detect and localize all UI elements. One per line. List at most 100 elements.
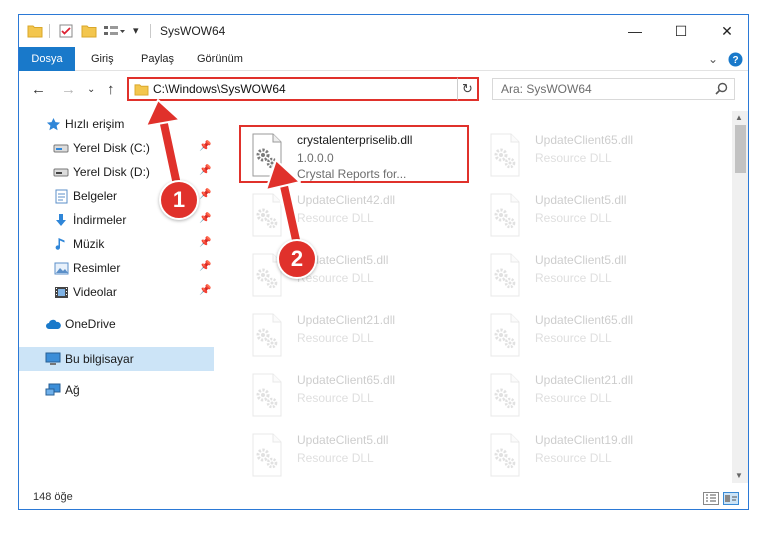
help-button[interactable]: ?	[727, 51, 743, 67]
file-item[interactable]: UpdateClient5.dll Resource DLL	[241, 427, 471, 481]
file-name: UpdateClient65.dll	[535, 313, 634, 327]
file-item[interactable]: UpdateClient65.dll Resource DLL	[241, 367, 471, 425]
sidebar-item-network[interactable]: Ağ	[19, 379, 214, 401]
file-item[interactable]: crystalenterpriselib.dll 1.0.0.0 Crystal R…	[239, 125, 469, 183]
search-icon[interactable]	[715, 82, 728, 98]
file-name: UpdateClient42.dll	[297, 193, 396, 207]
properties-icon[interactable]	[59, 24, 73, 41]
pin-icon[interactable]: 📌	[199, 237, 211, 248]
download-icon	[53, 212, 69, 228]
dll-file-icon	[249, 133, 285, 177]
file-description: Resource DLL	[535, 391, 612, 405]
scroll-down-icon[interactable]: ▼	[735, 471, 743, 480]
dll-file-icon	[487, 193, 523, 237]
up-button[interactable]: ↑	[107, 81, 115, 98]
scroll-thumb[interactable]	[735, 125, 746, 173]
sidebar-item-onedrive[interactable]: OneDrive	[19, 313, 214, 335]
file-description: Resource DLL	[535, 451, 612, 465]
computer-icon	[45, 351, 61, 367]
file-name: UpdateClient19.dll	[535, 433, 634, 447]
tab-view[interactable]: Görünüm	[187, 47, 253, 71]
step-badge-2: 2	[277, 239, 317, 279]
toolbar-separator	[49, 24, 50, 38]
sidebar-item-music[interactable]: Müzik 📌	[19, 233, 214, 255]
sidebar-item-label: Videolar	[73, 285, 117, 299]
sidebar-item-local-disk-d[interactable]: Yerel Disk (D:) 📌	[19, 161, 214, 183]
explorer-window: ▾ SysWOW64 — ☐ ✕ Dosya Giriş Paylaş Görü…	[18, 14, 749, 510]
details-view-icon[interactable]	[703, 492, 719, 505]
help-icon: ?	[732, 55, 738, 66]
file-name: UpdateClient65.dll	[297, 373, 396, 387]
tab-home[interactable]: Giriş	[81, 47, 124, 71]
file-item[interactable]: UpdateClient65.dll Resource DLL	[479, 307, 709, 365]
network-icon	[45, 382, 61, 398]
sidebar-item-quick-access[interactable]: Hızlı erişim	[19, 113, 214, 135]
file-name: UpdateClient21.dll	[297, 313, 396, 327]
scroll-up-icon[interactable]: ▲	[735, 113, 743, 122]
item-count: 148 öğe	[33, 491, 73, 503]
drive-icon	[53, 140, 69, 156]
file-description: Resource DLL	[535, 211, 612, 225]
sidebar-item-this-pc[interactable]: Bu bilgisayar	[19, 347, 214, 371]
dll-file-icon	[487, 373, 523, 417]
pin-icon[interactable]: 📌	[199, 165, 211, 176]
pin-icon[interactable]: 📌	[199, 189, 211, 200]
file-item[interactable]: UpdateClient5.dll Resource DLL	[241, 247, 471, 305]
sidebar-item-label: Bu bilgisayar	[65, 352, 134, 366]
address-path[interactable]: C:\Windows\SysWOW64	[153, 82, 286, 96]
quick-access-dropdown-icon[interactable]: ▾	[133, 24, 139, 37]
address-bar[interactable]: C:\Windows\SysWOW64 ⌄	[127, 77, 477, 101]
window-title: SysWOW64	[160, 24, 226, 38]
vertical-scrollbar[interactable]: ▲ ▼	[732, 111, 748, 483]
file-item[interactable]: UpdateClient42.dll Resource DLL	[241, 187, 471, 245]
minimize-button[interactable]: —	[612, 15, 658, 47]
pin-icon[interactable]: 📌	[199, 285, 211, 296]
file-item[interactable]: UpdateClient5.dll Resource DLL	[479, 247, 709, 305]
tab-share[interactable]: Paylaş	[131, 47, 184, 71]
tiles-view-icon[interactable]	[723, 492, 739, 505]
search-box[interactable]	[492, 78, 735, 100]
back-button[interactable]: ←	[31, 81, 46, 98]
maximize-button[interactable]: ☐	[658, 15, 704, 47]
navigation-pane: Hızlı erişim Yerel Disk (C:) 📌 Yerel Dis…	[19, 111, 214, 481]
dll-file-icon	[249, 193, 285, 237]
sidebar-item-label: Yerel Disk (D:)	[73, 165, 150, 179]
sidebar-item-label: İndirmeler	[73, 213, 127, 227]
recent-locations-button[interactable]: ⌄	[87, 84, 95, 95]
refresh-button[interactable]: ↻	[457, 77, 479, 101]
status-bar: 148 öğe	[19, 487, 748, 509]
search-input[interactable]	[493, 79, 693, 99]
sidebar-item-label: Belgeler	[73, 189, 118, 203]
file-item[interactable]: UpdateClient19.dll Resource DLL	[479, 427, 709, 481]
close-button[interactable]: ✕	[704, 15, 748, 47]
new-folder-icon[interactable]	[81, 24, 97, 41]
sidebar-item-videos[interactable]: Videolar 📌	[19, 281, 214, 303]
file-name: UpdateClient5.dll	[535, 193, 627, 207]
step-badge-1: 1	[159, 180, 199, 220]
tab-file[interactable]: Dosya	[19, 47, 75, 71]
file-item[interactable]: UpdateClient5.dll Resource DLL	[479, 187, 709, 245]
pin-icon[interactable]: 📌	[199, 261, 211, 272]
drive-icon	[53, 164, 69, 180]
file-item[interactable]: UpdateClient21.dll Resource DLL	[241, 307, 471, 365]
pin-icon[interactable]: 📌	[199, 141, 211, 152]
sidebar-item-label: Hızlı erişim	[65, 117, 125, 131]
ribbon-tabs: Dosya Giriş Paylaş Görünüm ⌄ ?	[19, 47, 748, 71]
pin-icon[interactable]: 📌	[199, 213, 211, 224]
file-description: Resource DLL	[297, 211, 374, 225]
view-options-icon[interactable]	[103, 24, 125, 41]
file-description: Resource DLL	[535, 271, 612, 285]
file-list: crystalenterpriselib.dll 1.0.0.0 Crystal R…	[225, 111, 730, 481]
file-item[interactable]: UpdateClient21.dll Resource DLL	[479, 367, 709, 425]
forward-button[interactable]: →	[61, 81, 76, 98]
music-icon	[53, 236, 69, 252]
file-name: crystalenterpriselib.dll	[297, 133, 413, 147]
sidebar-item-pictures[interactable]: Resimler 📌	[19, 257, 214, 279]
file-item[interactable]: UpdateClient65.dll Resource DLL	[479, 127, 709, 185]
ribbon-expand-icon[interactable]: ⌄	[705, 51, 721, 67]
title-separator	[150, 24, 151, 38]
sidebar-item-local-disk-c[interactable]: Yerel Disk (C:) 📌	[19, 137, 214, 159]
dll-file-icon	[249, 433, 285, 477]
dll-file-icon	[249, 313, 285, 357]
file-description: Crystal Reports for...	[297, 167, 407, 181]
